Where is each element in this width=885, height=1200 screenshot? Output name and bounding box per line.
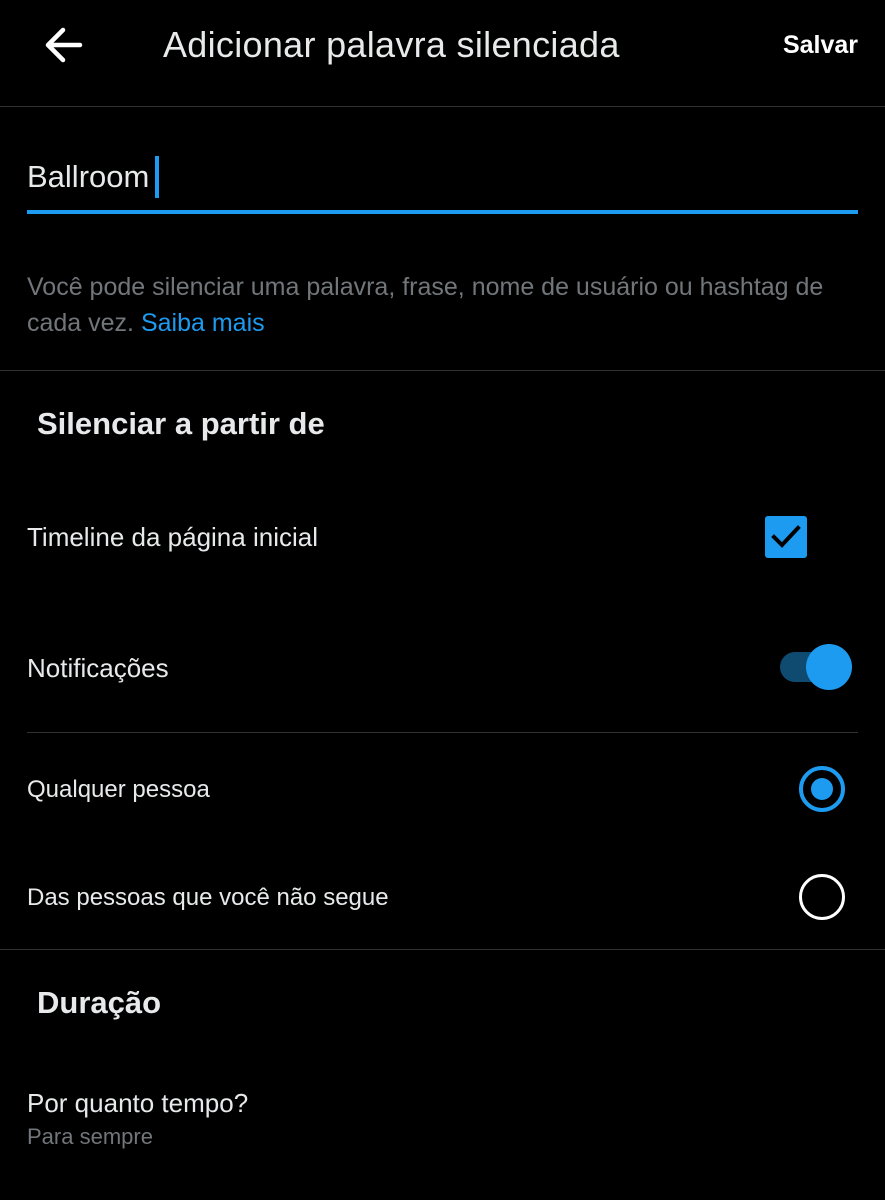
mute-from-heading: Silenciar a partir de bbox=[37, 406, 325, 441]
notifications-toggle[interactable] bbox=[778, 643, 852, 691]
duration-heading: Duração bbox=[37, 985, 162, 1020]
muted-word-value: Ballroom bbox=[27, 159, 150, 194]
input-underline bbox=[27, 210, 858, 214]
section-divider bbox=[0, 949, 885, 950]
home-timeline-checkbox[interactable] bbox=[765, 516, 807, 558]
toggle-thumb bbox=[806, 644, 852, 690]
duration-question[interactable]: Por quanto tempo? bbox=[27, 1086, 248, 1120]
save-button[interactable]: Salvar bbox=[783, 29, 858, 61]
not-following-option-label: Das pessoas que você não segue bbox=[27, 884, 389, 911]
home-timeline-label: Timeline da página inicial bbox=[27, 522, 318, 552]
duration-value: Para sempre bbox=[27, 1124, 153, 1149]
row-divider bbox=[27, 732, 858, 733]
text-cursor bbox=[155, 156, 160, 198]
radio-selected-dot bbox=[811, 778, 833, 800]
notifications-label: Notificações bbox=[27, 653, 169, 683]
checkmark-icon bbox=[771, 525, 801, 548]
back-button[interactable] bbox=[36, 20, 90, 70]
header-divider bbox=[0, 106, 885, 107]
page-title: Adicionar palavra silenciada bbox=[163, 24, 620, 65]
muted-word-input[interactable]: Ballroom bbox=[27, 148, 858, 214]
section-divider bbox=[0, 370, 885, 371]
arrow-left-icon bbox=[45, 27, 83, 63]
helper-text: Você pode silenciar uma palavra, frase, … bbox=[27, 269, 862, 341]
learn-more-link[interactable]: Saiba mais bbox=[141, 309, 265, 337]
anyone-option-label: Qualquer pessoa bbox=[27, 776, 210, 803]
anyone-radio[interactable] bbox=[799, 766, 845, 812]
not-following-radio[interactable] bbox=[799, 874, 845, 920]
